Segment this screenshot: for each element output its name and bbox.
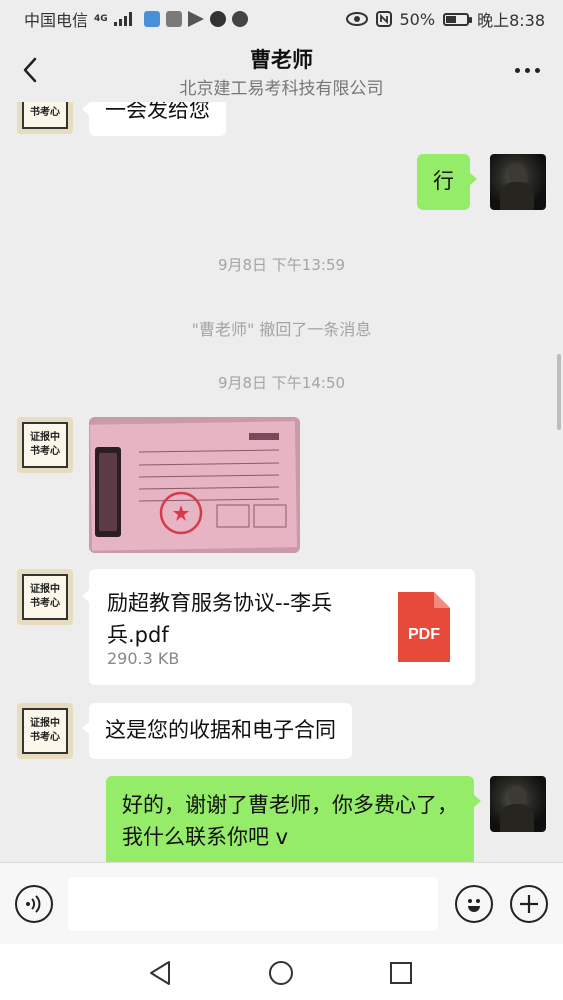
- chat-icon: [209, 11, 226, 27]
- status-bar: 中国电信 4G 50% 晚上8:38: [0, 0, 563, 38]
- message-bubble-incoming[interactable]: 这是您的收据和电子合同: [82, 703, 352, 759]
- dot-icon: [524, 67, 530, 73]
- receipt-image[interactable]: [89, 417, 300, 553]
- send-icon: [187, 11, 204, 27]
- emoji-button[interactable]: [455, 885, 493, 923]
- circle-home-icon: [269, 961, 293, 985]
- seal-logo: 证报中书考心: [22, 102, 68, 129]
- plus-icon: [520, 895, 538, 913]
- contact-avatar[interactable]: 证报中书考心: [17, 417, 73, 473]
- battery-percent: 50%: [399, 9, 436, 29]
- message-bubble-incoming[interactable]: 一会发给您: [82, 102, 226, 136]
- input-bar: [0, 862, 563, 944]
- network-label: 4G: [94, 13, 108, 24]
- contact-company: 北京建工易考科技有限公司: [179, 79, 384, 99]
- file-size: 290.3 KB: [107, 649, 180, 668]
- message-text: 这是您的收据和电子合同: [105, 718, 336, 742]
- message-text: 行: [433, 169, 454, 193]
- message-input[interactable]: [68, 877, 438, 931]
- vpn-icon: [231, 11, 248, 27]
- app-icon: [165, 11, 182, 27]
- nfc-icon: [375, 11, 392, 27]
- svg-text:PDF: PDF: [408, 626, 440, 643]
- message-bubble-outgoing[interactable]: 好的，谢谢了曹老师，你多费心了，我什么联系你吧 v: [106, 776, 481, 862]
- scrollbar[interactable]: [557, 354, 561, 430]
- contact-avatar[interactable]: 证报中书考心: [17, 102, 73, 134]
- eye-icon: [345, 12, 368, 26]
- system-navigation-bar: [0, 944, 563, 1000]
- square-recents-icon: [390, 962, 412, 984]
- user-avatar[interactable]: [490, 154, 546, 210]
- signal-icon: [113, 12, 132, 26]
- pdf-file-icon: PDF: [398, 592, 450, 662]
- message-text: 一会发给您: [105, 102, 210, 122]
- receipt-photo: [89, 417, 300, 553]
- chat-header: 曹老师 北京建工易考科技有限公司: [0, 38, 563, 102]
- contact-avatar[interactable]: 证报中书考心: [17, 703, 73, 759]
- gallery-icon: [143, 11, 160, 27]
- smiley-icon: [468, 899, 480, 912]
- triangle-back-icon: [150, 961, 170, 985]
- nav-home-button[interactable]: [266, 958, 296, 988]
- carrier-label: 中国电信: [24, 11, 89, 30]
- user-avatar[interactable]: [490, 776, 546, 832]
- recall-notice: "曹老师" 撤回了一条消息: [191, 320, 372, 339]
- status-right: 50% 晚上8:38: [345, 7, 545, 31]
- message-text: 好的，谢谢了曹老师，你多费心了，我什么联系你吧 v: [122, 793, 458, 849]
- status-left: 中国电信 4G: [24, 7, 248, 31]
- battery-icon: [443, 12, 473, 26]
- dot-icon: [514, 67, 520, 73]
- contact-avatar[interactable]: 证报中书考心: [17, 569, 73, 625]
- clock: 晚上8:38: [477, 11, 545, 30]
- add-button[interactable]: [510, 885, 548, 923]
- voice-button[interactable]: [15, 885, 53, 923]
- message-bubble-outgoing[interactable]: 行: [417, 154, 477, 210]
- message-list[interactable]: 证报中书考心 一会发给您 行 9月8日 下午13:59 "曹老师" 撤回了一条消…: [0, 102, 563, 862]
- seal-logo: 证报中书考心: [22, 708, 68, 754]
- seal-logo: 证报中书考心: [22, 574, 68, 620]
- file-name: 励超教育服务协议--李兵兵.pdf: [107, 591, 333, 647]
- file-attachment[interactable]: 励超教育服务协议--李兵兵.pdf 290.3 KB PDF: [82, 569, 475, 685]
- nav-recents-button[interactable]: [386, 958, 416, 988]
- voice-icon: [26, 895, 41, 913]
- more-options-button[interactable]: [507, 54, 547, 86]
- seal-logo: 证报中书考心: [22, 422, 68, 468]
- timestamp: 9月8日 下午14:50: [217, 374, 346, 392]
- dot-icon: [534, 67, 540, 73]
- nav-back-button[interactable]: [145, 958, 175, 988]
- contact-name: 曹老师: [250, 48, 313, 72]
- timestamp: 9月8日 下午13:59: [217, 256, 346, 274]
